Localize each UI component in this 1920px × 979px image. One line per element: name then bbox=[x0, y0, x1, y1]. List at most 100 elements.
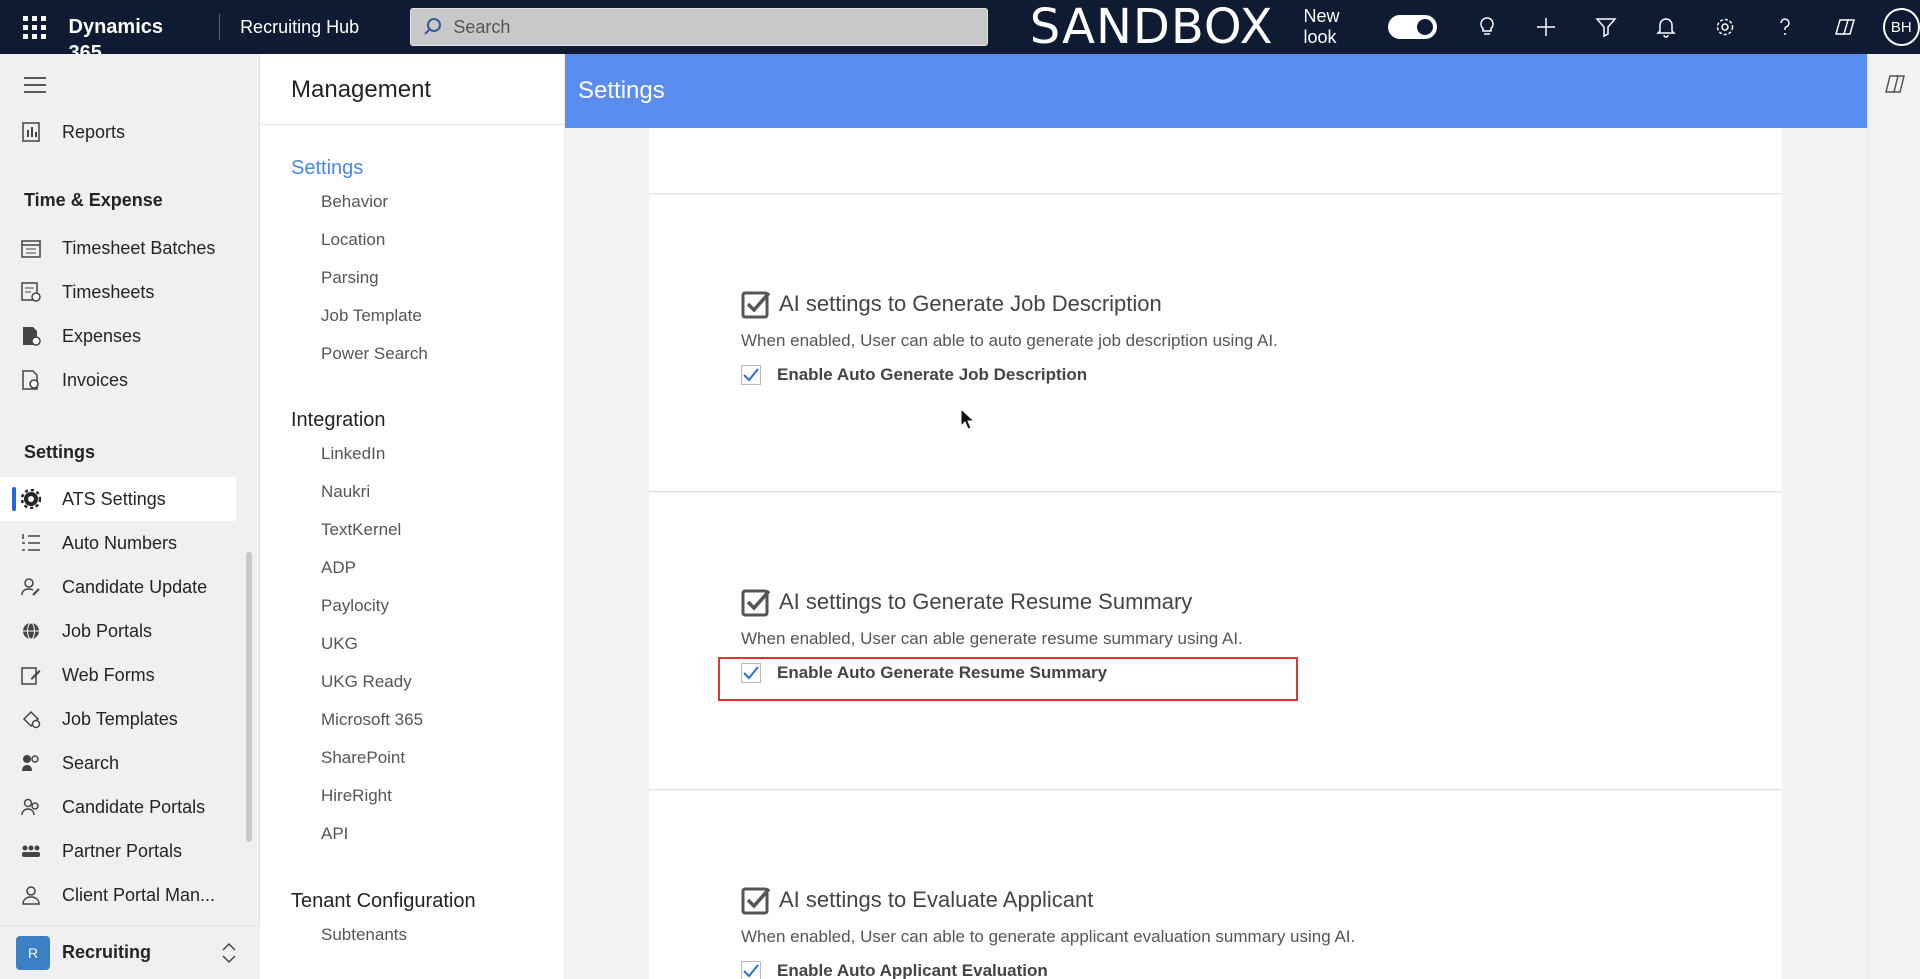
person-edit-icon bbox=[0, 577, 62, 597]
copilot-icon[interactable] bbox=[1815, 0, 1875, 54]
people-icon bbox=[0, 797, 62, 817]
nav-item-invoices[interactable]: Invoices bbox=[0, 358, 236, 402]
nav-item-timesheets[interactable]: Timesheets bbox=[0, 270, 236, 314]
plus-icon[interactable] bbox=[1517, 0, 1577, 54]
form-edit-icon bbox=[0, 665, 62, 685]
area-badge: R bbox=[16, 935, 50, 970]
nav-item-auto-numbers[interactable]: Auto Numbers bbox=[0, 521, 236, 565]
nav-item-label: Candidate Update bbox=[62, 576, 208, 597]
card-description: When enabled, User can able generate res… bbox=[741, 629, 1243, 648]
mgmt-item-adp[interactable]: ADP bbox=[321, 558, 356, 578]
checked-box-icon bbox=[741, 291, 771, 319]
nav-item-candidate-update[interactable]: Candidate Update bbox=[0, 565, 236, 609]
app-launcher-button[interactable] bbox=[0, 0, 69, 54]
enable-auto-applicant-evaluation-option[interactable]: Enable Auto Applicant Evaluation bbox=[741, 961, 1355, 979]
mgmt-item-behavior[interactable]: Behavior bbox=[321, 192, 388, 212]
nav-item-web-forms[interactable]: Web Forms bbox=[0, 653, 236, 697]
mgmt-item-textkernel[interactable]: TextKernel bbox=[321, 520, 401, 540]
nav-group-settings: Settings bbox=[24, 442, 96, 462]
highlight-box bbox=[718, 657, 1298, 701]
bell-icon[interactable] bbox=[1636, 0, 1696, 54]
help-icon[interactable] bbox=[1755, 0, 1815, 54]
mgmt-item-location[interactable]: Location bbox=[321, 230, 385, 250]
mgmt-item-subtenants[interactable]: Subtenants bbox=[321, 925, 407, 945]
waffle-icon bbox=[22, 15, 46, 39]
settings-card-job-description: AI settings to Generate Job Description … bbox=[649, 195, 1782, 492]
search-placeholder: Search bbox=[453, 16, 511, 37]
mgmt-item-ukg[interactable]: UKG bbox=[321, 634, 358, 654]
checked-box-icon bbox=[741, 887, 771, 915]
card-description: When enabled, User can able to auto gene… bbox=[741, 331, 1278, 350]
mgmt-item-parsing[interactable]: Parsing bbox=[321, 268, 379, 288]
left-navigation: Reports Time & Expense Timesheet Batches… bbox=[0, 54, 260, 979]
nav-item-job-portals[interactable]: Job Portals bbox=[0, 609, 236, 653]
nav-item-timesheet-batches[interactable]: Timesheet Batches bbox=[0, 226, 236, 270]
nav-item-client-portal-management[interactable]: Client Portal Man... bbox=[0, 873, 236, 917]
nav-item-label: Timesheets bbox=[62, 281, 155, 302]
card-description: When enabled, User can able to generate … bbox=[741, 927, 1356, 946]
management-title: Management bbox=[291, 76, 432, 103]
checkmark-icon bbox=[743, 368, 759, 382]
new-look-toggle[interactable] bbox=[1387, 15, 1437, 39]
mgmt-item-job-template[interactable]: Job Template bbox=[321, 306, 422, 326]
right-rail bbox=[1867, 54, 1920, 979]
area-switcher[interactable]: R Recruiting bbox=[0, 925, 260, 979]
mgmt-section-settings[interactable]: Settings bbox=[291, 157, 363, 180]
enable-auto-generate-job-description-option[interactable]: Enable Auto Generate Job Description bbox=[741, 365, 1278, 385]
mgmt-section-tenant-configuration[interactable]: Tenant Configuration bbox=[291, 890, 476, 913]
nav-item-job-templates[interactable]: Job Templates bbox=[0, 697, 236, 741]
mgmt-item-hireright[interactable]: HireRight bbox=[321, 786, 392, 806]
nav-item-expenses[interactable]: Expenses bbox=[0, 314, 236, 358]
mgmt-section-integration[interactable]: Integration bbox=[291, 409, 386, 432]
template-icon bbox=[0, 709, 62, 729]
checkmark-icon bbox=[743, 964, 759, 978]
mgmt-item-microsoft-365[interactable]: Microsoft 365 bbox=[321, 710, 423, 730]
checked-box-icon bbox=[741, 589, 771, 617]
filter-icon[interactable] bbox=[1576, 0, 1636, 54]
checkbox[interactable] bbox=[741, 365, 761, 385]
mgmt-item-api[interactable]: API bbox=[321, 824, 348, 844]
invoice-icon bbox=[0, 370, 62, 390]
user-avatar[interactable]: BH bbox=[1882, 8, 1920, 46]
area-label: Recruiting bbox=[62, 942, 152, 962]
nav-item-label: Client Portal Man... bbox=[62, 884, 216, 905]
mgmt-item-paylocity[interactable]: Paylocity bbox=[321, 596, 389, 616]
mgmt-item-linkedin[interactable]: LinkedIn bbox=[321, 444, 385, 464]
nav-item-label: Web Forms bbox=[62, 664, 155, 685]
reports-icon bbox=[0, 122, 62, 142]
brand-title[interactable]: Dynamics 365 bbox=[69, 14, 221, 64]
option-label: Enable Auto Applicant Evaluation bbox=[777, 961, 1048, 979]
hamburger-menu-icon[interactable] bbox=[24, 76, 46, 94]
mgmt-item-power-search[interactable]: Power Search bbox=[321, 344, 428, 364]
nav-item-label: Job Portals bbox=[62, 620, 153, 641]
nav-group-time-expense: Time & Expense bbox=[24, 190, 163, 210]
gear-icon[interactable] bbox=[1696, 0, 1756, 54]
nav-item-candidate-portals[interactable]: Candidate Portals bbox=[0, 785, 236, 829]
checkbox[interactable] bbox=[741, 961, 761, 979]
nav-item-label: Search bbox=[62, 752, 120, 773]
global-search-input[interactable]: Search bbox=[410, 8, 988, 46]
nav-item-label: Invoices bbox=[62, 369, 129, 390]
nav-item-partner-portals[interactable]: Partner Portals bbox=[0, 829, 236, 873]
lightbulb-icon[interactable] bbox=[1457, 0, 1517, 54]
nav-item-ats-settings[interactable]: ATS Settings bbox=[0, 477, 236, 521]
mgmt-item-naukri[interactable]: Naukri bbox=[321, 482, 370, 502]
nav-scrollbar[interactable] bbox=[246, 552, 252, 842]
new-look-label: New look bbox=[1303, 6, 1340, 47]
nav-item-reports[interactable]: Reports bbox=[0, 110, 236, 154]
top-bar: Dynamics 365 Recruiting Hub Search SANDB… bbox=[0, 0, 1920, 64]
expenses-icon bbox=[0, 326, 62, 346]
nav-item-label: Expenses bbox=[62, 325, 142, 346]
search-icon bbox=[424, 18, 442, 35]
settings-header: Settings bbox=[565, 54, 1867, 128]
nav-item-label: Partner Portals bbox=[62, 840, 183, 861]
nav-item-search[interactable]: Search bbox=[0, 741, 236, 785]
gear-icon bbox=[0, 489, 62, 509]
app-name[interactable]: Recruiting Hub bbox=[220, 17, 410, 38]
mgmt-item-sharepoint[interactable]: SharePoint bbox=[321, 748, 405, 768]
copilot-icon[interactable] bbox=[1884, 74, 1906, 94]
nav-item-label: Job Templates bbox=[62, 708, 178, 729]
mgmt-item-ukg-ready[interactable]: UKG Ready bbox=[321, 672, 412, 692]
management-panel: Management Settings Behavior Location Pa… bbox=[260, 54, 565, 979]
globe-icon bbox=[0, 621, 62, 641]
